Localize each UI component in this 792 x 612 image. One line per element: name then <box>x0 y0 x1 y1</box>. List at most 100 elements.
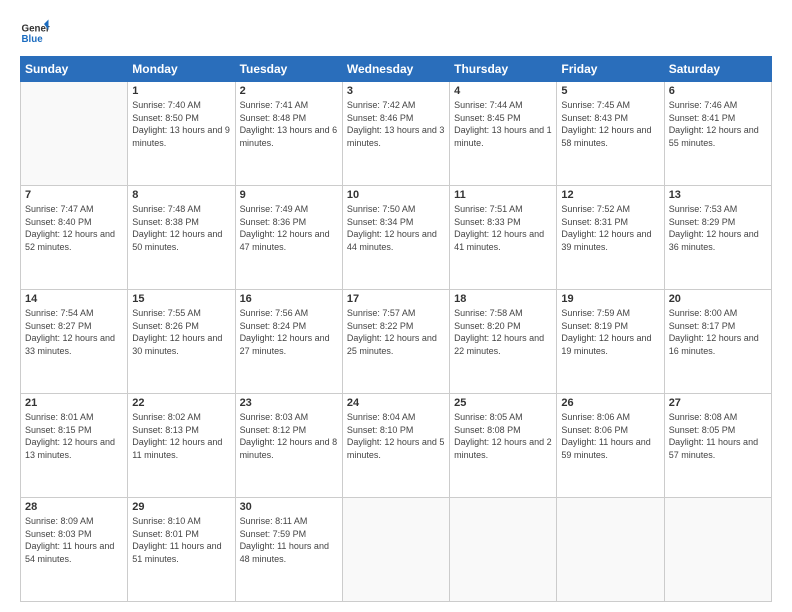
day-info: Sunrise: 7:42 AMSunset: 8:46 PMDaylight:… <box>347 99 445 149</box>
day-info: Sunrise: 8:10 AMSunset: 8:01 PMDaylight:… <box>132 515 230 565</box>
day-number: 29 <box>132 501 230 513</box>
calendar-cell <box>557 498 664 602</box>
day-number: 14 <box>25 293 123 305</box>
day-number: 27 <box>669 397 767 409</box>
day-info: Sunrise: 7:54 AMSunset: 8:27 PMDaylight:… <box>25 307 123 357</box>
day-info: Sunrise: 7:41 AMSunset: 8:48 PMDaylight:… <box>240 99 338 149</box>
day-info: Sunrise: 7:40 AMSunset: 8:50 PMDaylight:… <box>132 99 230 149</box>
day-info: Sunrise: 7:53 AMSunset: 8:29 PMDaylight:… <box>669 203 767 253</box>
calendar-cell: 9 Sunrise: 7:49 AMSunset: 8:36 PMDaylight… <box>235 186 342 290</box>
day-info: Sunrise: 7:47 AMSunset: 8:40 PMDaylight:… <box>25 203 123 253</box>
calendar-cell <box>342 498 449 602</box>
calendar-cell: 2 Sunrise: 7:41 AMSunset: 8:48 PMDaylight… <box>235 82 342 186</box>
day-number: 23 <box>240 397 338 409</box>
day-info: Sunrise: 7:57 AMSunset: 8:22 PMDaylight:… <box>347 307 445 357</box>
day-number: 4 <box>454 85 552 97</box>
day-number: 12 <box>561 189 659 201</box>
calendar: SundayMondayTuesdayWednesdayThursdayFrid… <box>20 56 772 602</box>
calendar-cell: 25 Sunrise: 8:05 AMSunset: 8:08 PMDayligh… <box>450 394 557 498</box>
logo-icon: General Blue <box>20 18 50 48</box>
day-info: Sunrise: 8:05 AMSunset: 8:08 PMDaylight:… <box>454 411 552 461</box>
day-number: 5 <box>561 85 659 97</box>
day-number: 10 <box>347 189 445 201</box>
day-number: 22 <box>132 397 230 409</box>
page: General Blue SundayMondayTuesdayWednesda… <box>0 0 792 612</box>
calendar-cell: 24 Sunrise: 8:04 AMSunset: 8:10 PMDayligh… <box>342 394 449 498</box>
calendar-cell: 26 Sunrise: 8:06 AMSunset: 8:06 PMDayligh… <box>557 394 664 498</box>
weekday-header-wednesday: Wednesday <box>342 57 449 82</box>
day-info: Sunrise: 7:48 AMSunset: 8:38 PMDaylight:… <box>132 203 230 253</box>
weekday-header-saturday: Saturday <box>664 57 771 82</box>
calendar-cell: 3 Sunrise: 7:42 AMSunset: 8:46 PMDaylight… <box>342 82 449 186</box>
day-number: 9 <box>240 189 338 201</box>
calendar-cell: 22 Sunrise: 8:02 AMSunset: 8:13 PMDayligh… <box>128 394 235 498</box>
day-number: 21 <box>25 397 123 409</box>
day-number: 19 <box>561 293 659 305</box>
day-number: 1 <box>132 85 230 97</box>
calendar-cell: 13Sunrise: 7:53 AMSunset: 8:29 PMDayligh… <box>664 186 771 290</box>
svg-text:Blue: Blue <box>22 34 44 45</box>
day-info: Sunrise: 7:44 AMSunset: 8:45 PMDaylight:… <box>454 99 552 149</box>
day-number: 30 <box>240 501 338 513</box>
day-info: Sunrise: 8:09 AMSunset: 8:03 PMDaylight:… <box>25 515 123 565</box>
day-info: Sunrise: 7:56 AMSunset: 8:24 PMDaylight:… <box>240 307 338 357</box>
weekday-header-monday: Monday <box>128 57 235 82</box>
calendar-cell: 30 Sunrise: 8:11 AMSunset: 7:59 PMDayligh… <box>235 498 342 602</box>
calendar-cell: 15 Sunrise: 7:55 AMSunset: 8:26 PMDayligh… <box>128 290 235 394</box>
day-number: 8 <box>132 189 230 201</box>
day-number: 25 <box>454 397 552 409</box>
calendar-cell: 7 Sunrise: 7:47 AMSunset: 8:40 PMDaylight… <box>21 186 128 290</box>
day-number: 3 <box>347 85 445 97</box>
calendar-cell: 12 Sunrise: 7:52 AMSunset: 8:31 PMDayligh… <box>557 186 664 290</box>
day-number: 16 <box>240 293 338 305</box>
day-number: 24 <box>347 397 445 409</box>
day-number: 20 <box>669 293 767 305</box>
day-info: Sunrise: 8:04 AMSunset: 8:10 PMDaylight:… <box>347 411 445 461</box>
calendar-cell: 19Sunrise: 7:59 AMSunset: 8:19 PMDayligh… <box>557 290 664 394</box>
calendar-cell: 6Sunrise: 7:46 AMSunset: 8:41 PMDaylight… <box>664 82 771 186</box>
calendar-cell: 21 Sunrise: 8:01 AMSunset: 8:15 PMDayligh… <box>21 394 128 498</box>
calendar-cell: 11Sunrise: 7:51 AMSunset: 8:33 PMDayligh… <box>450 186 557 290</box>
day-number: 11 <box>454 189 552 201</box>
calendar-cell: 27 Sunrise: 8:08 AMSunset: 8:05 PMDayligh… <box>664 394 771 498</box>
weekday-header-sunday: Sunday <box>21 57 128 82</box>
day-info: Sunrise: 8:02 AMSunset: 8:13 PMDaylight:… <box>132 411 230 461</box>
calendar-cell: 14 Sunrise: 7:54 AMSunset: 8:27 PMDayligh… <box>21 290 128 394</box>
calendar-cell: 17 Sunrise: 7:57 AMSunset: 8:22 PMDayligh… <box>342 290 449 394</box>
day-info: Sunrise: 7:45 AMSunset: 8:43 PMDaylight:… <box>561 99 659 149</box>
day-number: 15 <box>132 293 230 305</box>
day-info: Sunrise: 7:55 AMSunset: 8:26 PMDaylight:… <box>132 307 230 357</box>
day-info: Sunrise: 7:50 AMSunset: 8:34 PMDaylight:… <box>347 203 445 253</box>
day-number: 26 <box>561 397 659 409</box>
day-number: 7 <box>25 189 123 201</box>
calendar-cell: 18Sunrise: 7:58 AMSunset: 8:20 PMDayligh… <box>450 290 557 394</box>
day-info: Sunrise: 8:06 AMSunset: 8:06 PMDaylight:… <box>561 411 659 461</box>
calendar-cell <box>21 82 128 186</box>
weekday-header-thursday: Thursday <box>450 57 557 82</box>
weekday-header-tuesday: Tuesday <box>235 57 342 82</box>
day-info: Sunrise: 7:52 AMSunset: 8:31 PMDaylight:… <box>561 203 659 253</box>
day-info: Sunrise: 7:46 AMSunset: 8:41 PMDaylight:… <box>669 99 767 149</box>
calendar-cell <box>450 498 557 602</box>
day-number: 18 <box>454 293 552 305</box>
calendar-cell: 5 Sunrise: 7:45 AMSunset: 8:43 PMDaylight… <box>557 82 664 186</box>
logo: General Blue <box>20 18 50 48</box>
day-info: Sunrise: 8:03 AMSunset: 8:12 PMDaylight:… <box>240 411 338 461</box>
calendar-cell <box>664 498 771 602</box>
day-number: 17 <box>347 293 445 305</box>
day-number: 28 <box>25 501 123 513</box>
calendar-cell: 29 Sunrise: 8:10 AMSunset: 8:01 PMDayligh… <box>128 498 235 602</box>
header: General Blue <box>20 18 772 48</box>
calendar-cell: 28 Sunrise: 8:09 AMSunset: 8:03 PMDayligh… <box>21 498 128 602</box>
calendar-cell: 20Sunrise: 8:00 AMSunset: 8:17 PMDayligh… <box>664 290 771 394</box>
day-info: Sunrise: 8:11 AMSunset: 7:59 PMDaylight:… <box>240 515 338 565</box>
calendar-cell: 1 Sunrise: 7:40 AMSunset: 8:50 PMDaylight… <box>128 82 235 186</box>
day-info: Sunrise: 8:01 AMSunset: 8:15 PMDaylight:… <box>25 411 123 461</box>
calendar-cell: 8 Sunrise: 7:48 AMSunset: 8:38 PMDaylight… <box>128 186 235 290</box>
day-number: 2 <box>240 85 338 97</box>
calendar-cell: 10 Sunrise: 7:50 AMSunset: 8:34 PMDayligh… <box>342 186 449 290</box>
weekday-header-friday: Friday <box>557 57 664 82</box>
day-info: Sunrise: 7:49 AMSunset: 8:36 PMDaylight:… <box>240 203 338 253</box>
day-info: Sunrise: 8:08 AMSunset: 8:05 PMDaylight:… <box>669 411 767 461</box>
calendar-cell: 4 Sunrise: 7:44 AMSunset: 8:45 PMDaylight… <box>450 82 557 186</box>
